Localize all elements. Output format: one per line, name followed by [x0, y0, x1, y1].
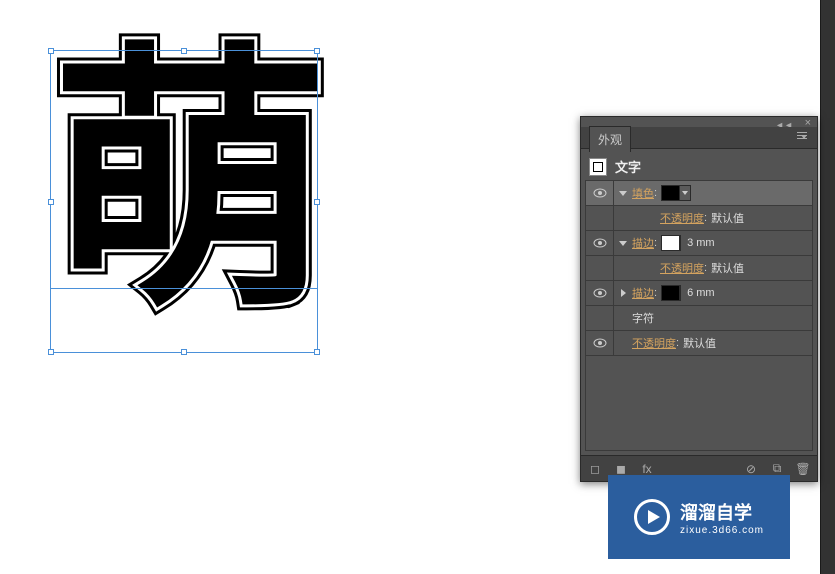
attribute-empty-area[interactable]	[586, 356, 812, 450]
opacity-row-3[interactable]: 不透明度: 默认值	[586, 331, 812, 356]
characters-row[interactable]: 字符	[586, 306, 812, 331]
fill-swatch-black	[662, 186, 680, 200]
object-type-label: 文字	[615, 157, 641, 176]
trash-icon[interactable]: 🗑	[795, 461, 811, 477]
watermark-url: zixue.3d66.com	[680, 525, 764, 536]
type-swatch-icon	[589, 158, 607, 176]
attribute-list: 填色: 不透明度: 默认值 描边: 3 mm	[585, 180, 813, 451]
opacity-value: 默认值	[683, 335, 716, 351]
opacity-row-2[interactable]: 不透明度: 默认值	[586, 256, 812, 281]
opacity-label[interactable]: 不透明度	[660, 260, 704, 276]
object-type-row: 文字	[585, 153, 813, 180]
play-icon	[634, 499, 670, 535]
panel-body: 文字 填色: 不透明度: 默认值 描边:	[581, 149, 817, 455]
appearance-panel: ◄◄ × 外观 文字 填色: 不透明度: 默认值	[580, 116, 818, 482]
stroke-color-dropdown[interactable]	[661, 285, 681, 301]
char-fill: 萌	[50, 45, 330, 325]
docked-panel-strip[interactable]	[820, 0, 835, 574]
watermark-badge: 溜溜自学 zixue.3d66.com	[608, 475, 790, 559]
fill-row[interactable]: 填色:	[586, 181, 812, 206]
visibility-icon[interactable]	[593, 188, 607, 198]
opacity-label[interactable]: 不透明度	[632, 335, 676, 351]
characters-label: 字符	[632, 310, 654, 326]
opacity-label[interactable]: 不透明度	[660, 210, 704, 226]
stroke-label[interactable]: 描边	[632, 285, 654, 301]
opacity-row-1[interactable]: 不透明度: 默认值	[586, 206, 812, 231]
fill-color-dropdown[interactable]	[661, 185, 691, 201]
text-baseline-indicator	[50, 288, 318, 289]
stroke-color-dropdown[interactable]	[661, 235, 681, 251]
dropdown-arrow-icon	[680, 186, 690, 200]
canvas-selected-text[interactable]: 萌 萌 萌	[45, 45, 320, 355]
stroke-weight[interactable]: 3 mm	[687, 237, 715, 249]
panel-tab-bar: 外观	[581, 127, 817, 149]
panel-menu-icon[interactable]	[797, 130, 813, 142]
watermark-title: 溜溜自学	[680, 499, 764, 525]
stroke-label[interactable]: 描边	[632, 235, 654, 251]
chevron-right-icon[interactable]	[621, 289, 626, 297]
chevron-down-icon[interactable]	[619, 191, 627, 196]
stroke-swatch-white	[662, 236, 680, 250]
stroke-weight[interactable]: 6 mm	[687, 287, 715, 299]
stroke-row-2[interactable]: 描边: 6 mm	[586, 281, 812, 306]
visibility-icon[interactable]	[593, 288, 607, 298]
new-stroke-icon[interactable]: ◻	[587, 461, 603, 477]
stroke-swatch-black	[662, 286, 680, 300]
stroke-row-1[interactable]: 描边: 3 mm	[586, 231, 812, 256]
tab-appearance[interactable]: 外观	[589, 126, 631, 152]
opacity-value: 默认值	[711, 210, 744, 226]
opacity-value: 默认值	[711, 260, 744, 276]
visibility-icon[interactable]	[593, 238, 607, 248]
visibility-icon[interactable]	[593, 338, 607, 348]
chevron-down-icon[interactable]	[619, 241, 627, 246]
fill-label[interactable]: 填色	[632, 185, 654, 201]
